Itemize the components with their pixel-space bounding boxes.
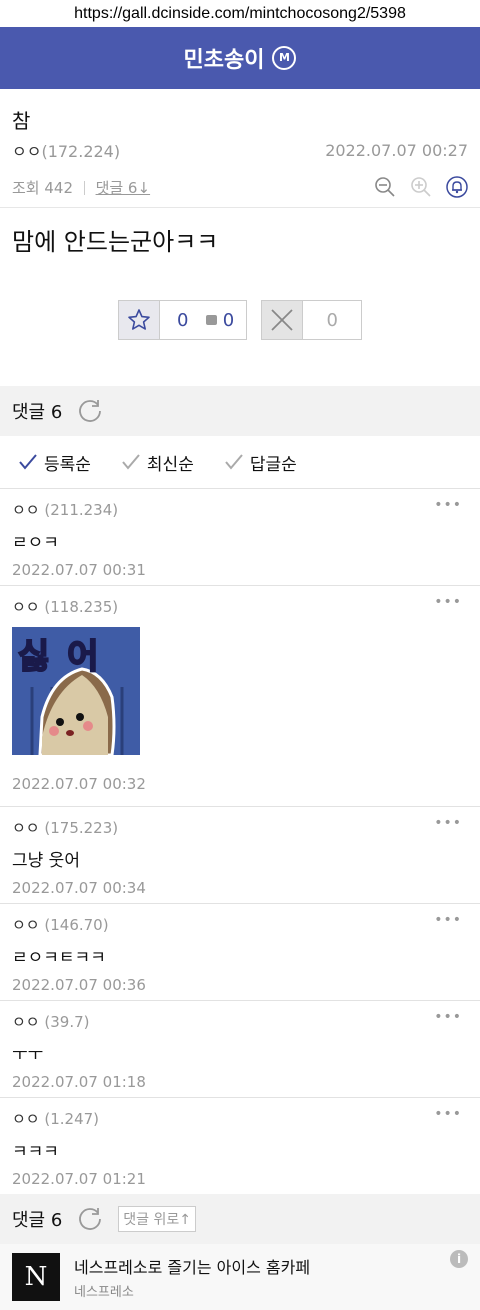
comment-footer-bar: 댓글 6 댓글 위로↑ <box>0 1194 480 1244</box>
view-count: 조회 442 <box>12 178 73 197</box>
scroll-to-comments-button[interactable]: 댓글 위로↑ <box>118 1206 196 1232</box>
vote-area: 0 0 0 <box>0 298 480 386</box>
refresh-icon[interactable] <box>76 397 104 425</box>
upvote-box[interactable]: 0 0 <box>117 300 248 340</box>
downvote-box[interactable]: 0 <box>261 300 363 340</box>
more-options-icon[interactable]: ••• <box>434 1106 462 1122</box>
check-icon <box>225 454 243 470</box>
comment-author: ㅇㅇ (175.223) <box>12 819 119 837</box>
bell-icon[interactable] <box>446 176 468 198</box>
post-meta: ㅇㅇ(172.224) 2022.07.07 00:27 <box>0 133 480 167</box>
ad-banner[interactable]: N 네스프레소로 즐기는 아이스 홈카페 네스프레소 i <box>0 1244 480 1310</box>
more-options-icon[interactable]: ••• <box>434 497 462 513</box>
sort-registered[interactable]: 등록순 <box>18 450 91 475</box>
post-body: 맘에 안드는군아ㅋㅋ <box>12 228 219 256</box>
refresh-icon[interactable] <box>76 1205 104 1233</box>
comment-item: ㅇㅇ (39.7) ••• ㅜㅜ 2022.07.07 01:18 <box>0 1001 480 1098</box>
more-options-icon[interactable]: ••• <box>434 594 462 610</box>
more-options-icon[interactable]: ••• <box>434 815 462 831</box>
zoom-out-icon[interactable] <box>374 176 396 198</box>
ad-info-icon[interactable]: i <box>450 1250 468 1268</box>
more-options-icon[interactable]: ••• <box>434 912 462 928</box>
comment-text: ㅜㅜ <box>12 1045 44 1065</box>
sticker-caption: 싫어 <box>17 636 117 678</box>
comment-count-link[interactable]: 댓글 6↓ <box>96 179 151 197</box>
comment-author: ㅇㅇ (118.235) <box>12 598 119 616</box>
gallery-title[interactable]: 민초송이 <box>184 42 265 74</box>
star-icon[interactable] <box>118 301 160 339</box>
post-title: 참 <box>12 109 31 133</box>
comment-count: 댓글 6 <box>12 402 63 423</box>
comment-date: 2022.07.07 01:18 <box>12 1073 146 1091</box>
divider <box>83 181 85 195</box>
comment-count: 댓글 6 <box>12 1210 63 1231</box>
comment-item: ㅇㅇ (211.234) ••• ㄹㅇㅋ 2022.07.07 00:31 <box>0 489 480 586</box>
comment-date: 2022.07.07 00:36 <box>12 976 146 994</box>
comment-text: ㄹㅇㅋㅌㅋㅋ <box>12 948 106 968</box>
more-options-icon[interactable]: ••• <box>434 1009 462 1025</box>
comment-author: ㅇㅇ (146.70) <box>12 916 109 934</box>
comment-author: ㅇㅇ (211.234) <box>12 501 119 519</box>
check-icon <box>19 454 37 470</box>
author-name: ㅇㅇ <box>12 142 42 161</box>
comment-text: ㄹㅇㅋ <box>12 533 59 553</box>
sort-replies[interactable]: 답글순 <box>224 450 297 475</box>
gallery-header: 민초송이 M <box>0 27 480 89</box>
check-icon <box>122 454 140 470</box>
comment-date: 2022.07.07 01:21 <box>12 1170 146 1188</box>
comment-author: ㅇㅇ (39.7) <box>12 1013 90 1031</box>
ad-sponsor: 네스프레소 <box>74 1285 134 1300</box>
browser-url[interactable]: https://gall.dcinside.com/mintchocosong2… <box>0 0 480 27</box>
comment-date: 2022.07.07 00:32 <box>12 775 146 793</box>
post-stats: 조회 442 댓글 6↓ <box>0 167 480 208</box>
comment-item: ㅇㅇ (146.70) ••• ㄹㅇㅋㅌㅋㅋ 2022.07.07 00:36 <box>0 904 480 1001</box>
zoom-in-icon[interactable] <box>410 176 432 198</box>
comment-text: 그냥 웃어 <box>12 851 80 871</box>
comment-item: ㅇㅇ (175.223) ••• 그냥 웃어 2022.07.07 00:34 <box>0 807 480 904</box>
fixed-upvote-count: 0 <box>222 309 235 331</box>
fixed-upvote[interactable]: 0 <box>205 309 246 331</box>
comment-date: 2022.07.07 00:31 <box>12 561 146 579</box>
dccon-sticker-image: 싫어 <box>12 627 140 755</box>
comment-date: 2022.07.07 00:34 <box>12 879 146 897</box>
ad-title[interactable]: 네스프레소로 즐기는 아이스 홈카페 <box>74 1254 310 1278</box>
comment-item: ㅇㅇ (1.247) ••• ㅋㅋㅋ 2022.07.07 01:21 <box>0 1098 480 1194</box>
downvote-count: 0 <box>326 309 338 331</box>
author-ip: (172.224) <box>41 142 121 161</box>
comment-sort-options: 등록순 최신순 답글순 <box>0 436 480 489</box>
nespresso-logo: N <box>12 1253 60 1301</box>
sort-latest[interactable]: 최신순 <box>121 450 194 475</box>
mini-vote-icon <box>205 315 217 325</box>
post-author: ㅇㅇ(172.224) <box>12 138 120 162</box>
comment-text: ㅋㅋㅋ <box>12 1142 59 1162</box>
upvote-count: 0 <box>177 309 189 331</box>
minor-gallery-badge: M <box>272 46 297 70</box>
post-date: 2022.07.07 00:27 <box>325 140 468 160</box>
cross-icon[interactable] <box>262 301 304 339</box>
comment-item: ㅇㅇ (118.235) ••• 싫어 2022.07.07 00:32 <box>0 586 480 807</box>
comment-header-bar: 댓글 6 <box>0 386 480 436</box>
ad-text: 네스프레소로 즐기는 아이스 홈카페 네스프레소 <box>74 1254 310 1300</box>
comment-author: ㅇㅇ (1.247) <box>12 1110 100 1128</box>
